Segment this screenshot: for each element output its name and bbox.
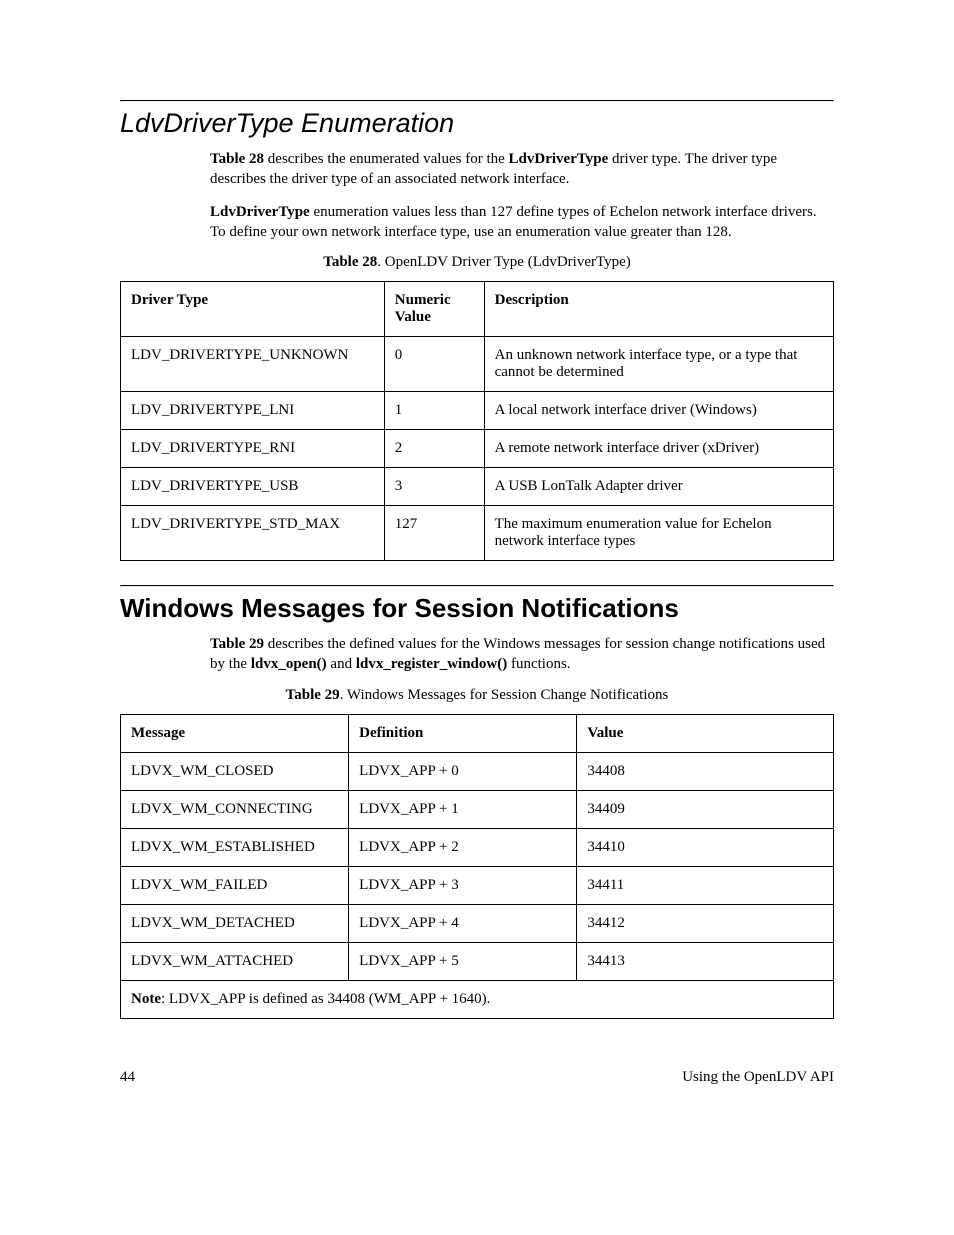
table-cell: 3 <box>384 468 484 506</box>
table-cell: LDVX_WM_CONNECTING <box>121 790 349 828</box>
table-cell: LDV_DRIVERTYPE_UNKNOWN <box>121 337 385 392</box>
table-cell: LDVX_WM_CLOSED <box>121 752 349 790</box>
table28-caption: Table 28. OpenLDV Driver Type (LdvDriver… <box>120 254 834 271</box>
table-cell: 127 <box>384 506 484 561</box>
table-cell: 1 <box>384 392 484 430</box>
table-cell: 34409 <box>577 790 834 828</box>
table-cell: 34412 <box>577 904 834 942</box>
table-cell: A remote network interface driver (xDriv… <box>484 430 833 468</box>
table-cell: LDVX_APP + 4 <box>349 904 577 942</box>
text: and <box>327 656 356 672</box>
footer-title: Using the OpenLDV API <box>682 1069 834 1086</box>
table-cell: 34411 <box>577 866 834 904</box>
table-row: LDV_DRIVERTYPE_RNI2A remote network inte… <box>121 430 834 468</box>
table-cell: LDVX_APP + 3 <box>349 866 577 904</box>
caption-label: Table 29 <box>286 687 340 703</box>
table-row: LDVX_WM_CLOSEDLDVX_APP + 034408 <box>121 752 834 790</box>
table-cell: LDVX_WM_ESTABLISHED <box>121 828 349 866</box>
table-cell: 34413 <box>577 942 834 980</box>
term-ldvdrivertype: LdvDriverType <box>509 151 609 167</box>
table-cell: LDV_DRIVERTYPE_LNI <box>121 392 385 430</box>
ref-table28: Table 28 <box>210 151 264 167</box>
section-rule <box>120 585 834 587</box>
page: LdvDriverType Enumeration Table 28 descr… <box>0 0 954 1146</box>
table-row: LDV_DRIVERTYPE_STD_MAX127The maximum enu… <box>121 506 834 561</box>
section1-para1: Table 28 describes the enumerated values… <box>210 149 834 190</box>
caption-label: Table 28 <box>323 254 377 270</box>
ref-table29: Table 29 <box>210 636 264 652</box>
table-cell: 2 <box>384 430 484 468</box>
col-definition: Definition <box>349 714 577 752</box>
col-description: Description <box>484 282 833 337</box>
table-cell: LDVX_APP + 2 <box>349 828 577 866</box>
table-cell: 34408 <box>577 752 834 790</box>
heading-ldvdrivertype: LdvDriverType Enumeration <box>120 108 834 139</box>
table-row: LDVX_WM_FAILEDLDVX_APP + 334411 <box>121 866 834 904</box>
table-cell: An unknown network interface type, or a … <box>484 337 833 392</box>
section2-body: Table 29 describes the defined values fo… <box>210 634 834 675</box>
section1-body: Table 28 describes the enumerated values… <box>210 149 834 242</box>
func-ldvx-register-window: ldvx_register_window() <box>356 656 507 672</box>
table-29: Message Definition Value LDVX_WM_CLOSEDL… <box>120 714 834 1019</box>
page-number: 44 <box>120 1069 135 1086</box>
heading-windows-messages: Windows Messages for Session Notificatio… <box>120 593 834 624</box>
table-row: LDV_DRIVERTYPE_UNKNOWN0An unknown networ… <box>121 337 834 392</box>
col-driver-type: Driver Type <box>121 282 385 337</box>
table-cell: LDV_DRIVERTYPE_RNI <box>121 430 385 468</box>
text: functions. <box>507 656 570 672</box>
table-row: LDVX_WM_ATTACHEDLDVX_APP + 534413 <box>121 942 834 980</box>
section-rule <box>120 100 834 102</box>
table-row: LDVX_WM_ESTABLISHEDLDVX_APP + 234410 <box>121 828 834 866</box>
caption-text: . OpenLDV Driver Type (LdvDriverType) <box>377 254 631 270</box>
table-cell: LDVX_WM_FAILED <box>121 866 349 904</box>
col-value: Value <box>577 714 834 752</box>
col-message: Message <box>121 714 349 752</box>
section2-para1: Table 29 describes the defined values fo… <box>210 634 834 675</box>
table-header-row: Driver Type Numeric Value Description <box>121 282 834 337</box>
table-cell: 0 <box>384 337 484 392</box>
table-cell: A USB LonTalk Adapter driver <box>484 468 833 506</box>
func-ldvx-open: ldvx_open() <box>251 656 327 672</box>
table-row: LDVX_WM_DETACHEDLDVX_APP + 434412 <box>121 904 834 942</box>
note-label: Note <box>131 991 161 1007</box>
table-cell: 34410 <box>577 828 834 866</box>
table-header-row: Message Definition Value <box>121 714 834 752</box>
table-row: LDVX_WM_CONNECTINGLDVX_APP + 134409 <box>121 790 834 828</box>
page-footer: 44 Using the OpenLDV API <box>120 1069 834 1086</box>
term-ldvdrivertype: LdvDriverType <box>210 204 310 220</box>
col-numeric-value: Numeric Value <box>384 282 484 337</box>
table-cell: LDVX_APP + 0 <box>349 752 577 790</box>
table-cell: The maximum enumeration value for Echelo… <box>484 506 833 561</box>
table-cell: A local network interface driver (Window… <box>484 392 833 430</box>
table-row: LDV_DRIVERTYPE_LNI1A local network inter… <box>121 392 834 430</box>
table-cell: LDVX_APP + 1 <box>349 790 577 828</box>
table-cell: LDVX_WM_DETACHED <box>121 904 349 942</box>
table-cell: LDV_DRIVERTYPE_USB <box>121 468 385 506</box>
table-cell: LDVX_WM_ATTACHED <box>121 942 349 980</box>
table-row: LDV_DRIVERTYPE_USB3A USB LonTalk Adapter… <box>121 468 834 506</box>
table-note: Note: LDVX_APP is defined as 34408 (WM_A… <box>121 980 834 1018</box>
table-cell: LDVX_APP + 5 <box>349 942 577 980</box>
section1-para2: LdvDriverType enumeration values less th… <box>210 202 834 243</box>
note-text: : LDVX_APP is defined as 34408 (WM_APP +… <box>161 991 490 1007</box>
text: describes the enumerated values for the <box>264 151 508 167</box>
table29-caption: Table 29. Windows Messages for Session C… <box>120 687 834 704</box>
caption-text: . Windows Messages for Session Change No… <box>340 687 669 703</box>
table-28: Driver Type Numeric Value Description LD… <box>120 281 834 561</box>
table-note-row: Note: LDVX_APP is defined as 34408 (WM_A… <box>121 980 834 1018</box>
table-cell: LDV_DRIVERTYPE_STD_MAX <box>121 506 385 561</box>
